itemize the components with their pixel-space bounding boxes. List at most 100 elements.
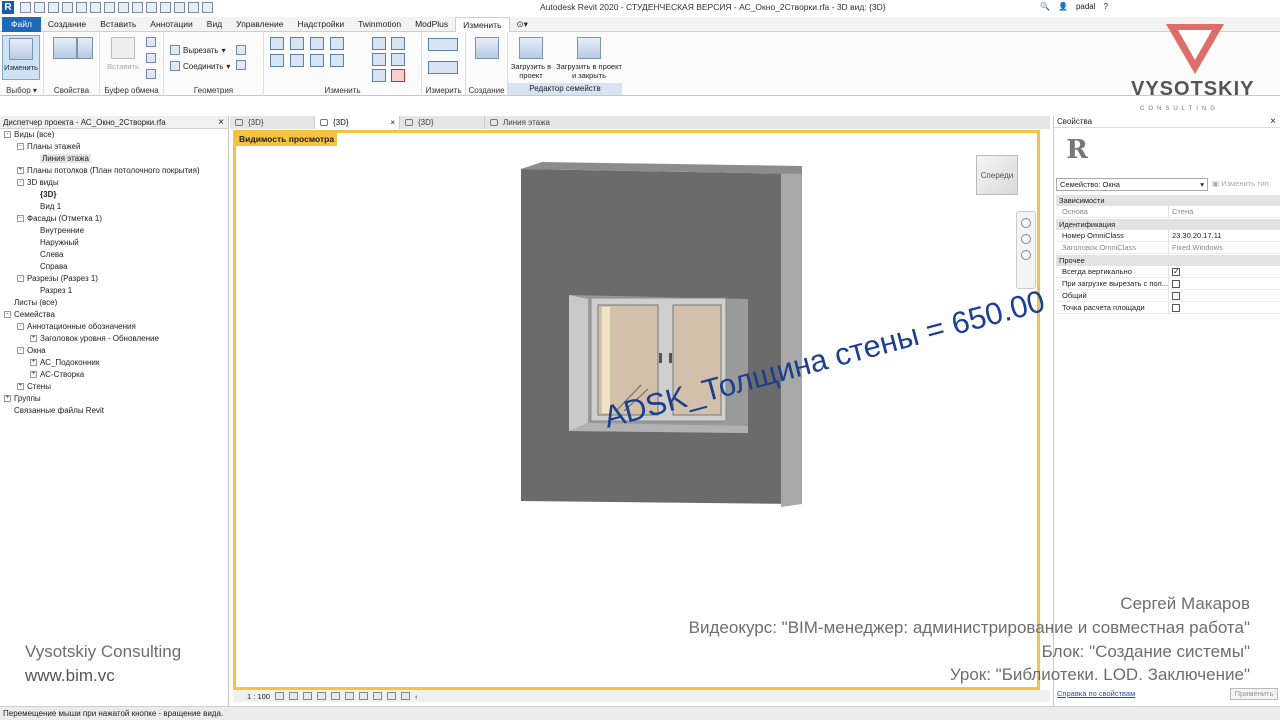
property-value[interactable]: Стена (1169, 206, 1280, 217)
tree-item[interactable]: -3D виды (0, 177, 228, 189)
reveal-hidden-icon[interactable] (400, 692, 410, 700)
property-row[interactable]: Всегда вертикально (1056, 266, 1280, 278)
tree-item[interactable]: Разрез 1 (0, 285, 228, 297)
aligned-dimension-icon[interactable] (428, 61, 458, 74)
tree-item[interactable]: - Семейства (0, 309, 228, 321)
property-checkbox[interactable] (1169, 266, 1280, 277)
expand-icon[interactable]: + (30, 335, 37, 343)
view-tab-3d-1[interactable]: {3D} (230, 116, 315, 129)
group-label-select[interactable]: Выбор ▾ (0, 86, 43, 95)
expand-icon[interactable]: + (30, 371, 37, 379)
checkbox-icon[interactable] (1172, 303, 1180, 312)
text-icon[interactable] (132, 2, 143, 13)
tab-modify[interactable]: Изменить (455, 16, 510, 32)
modify-button[interactable]: Изменить (2, 35, 40, 80)
tree-item[interactable]: - Фасады (Отметка 1) (0, 213, 228, 225)
tree-item[interactable]: Вид 1 (0, 201, 228, 213)
collapse-icon[interactable]: - (17, 275, 24, 283)
property-section[interactable]: Зависимости (1056, 195, 1280, 206)
save-icon[interactable] (34, 2, 45, 13)
family-type-selector[interactable]: Семейство: Окна ▾ (1056, 178, 1208, 191)
view-tab-3d-2[interactable]: {3D} × (315, 116, 400, 129)
mirror-draw-icon[interactable] (330, 37, 344, 50)
paste-button[interactable]: Вставить (104, 35, 142, 80)
close-hidden-icon[interactable] (188, 2, 199, 13)
measure-distance-icon[interactable] (428, 38, 458, 51)
tab-twinmotion[interactable]: Twinmotion (351, 17, 408, 32)
tree-item[interactable]: Связанные файлы Revit (0, 405, 228, 417)
tree-item[interactable]: Внутренние (0, 225, 228, 237)
tree-item[interactable]: Линия этажа (0, 153, 228, 165)
move-icon[interactable] (270, 54, 284, 67)
tab-create[interactable]: Создание (41, 17, 93, 32)
property-row[interactable]: Основа Стена (1056, 206, 1280, 218)
collapse-icon[interactable]: - (4, 131, 11, 139)
expand-icon[interactable]: + (17, 167, 24, 175)
3d-viewport[interactable]: Видимость просмотра ADSK_Толщина стены =… (233, 130, 1048, 690)
collapse-icon[interactable]: - (17, 179, 24, 187)
tree-item[interactable]: - Разрезы (Разрез 1) (0, 273, 228, 285)
expand-icon[interactable]: + (17, 383, 24, 391)
view-cube[interactable]: Спереди (976, 155, 1018, 195)
tab-options-icon[interactable]: ⊙▾ (510, 17, 535, 32)
tree-item[interactable]: + Стены (0, 381, 228, 393)
tree-item[interactable]: - Окна (0, 345, 228, 357)
zoom-dropdown-icon[interactable] (1021, 250, 1031, 260)
tab-file[interactable]: Файл (2, 16, 41, 32)
collapse-icon[interactable]: - (4, 311, 11, 319)
collapse-icon[interactable]: - (17, 323, 24, 331)
checkbox-checked-icon[interactable] (1172, 266, 1180, 277)
collapse-icon[interactable]: - (17, 347, 24, 355)
property-section[interactable]: Идентификация (1056, 219, 1280, 230)
tree-item[interactable]: Листы (все) (0, 297, 228, 309)
scale-icon[interactable] (391, 53, 405, 66)
trim-icon[interactable] (330, 54, 344, 67)
tree-item[interactable]: + АС_Подоконник (0, 357, 228, 369)
copy-element-icon[interactable] (290, 54, 304, 67)
measure-icon[interactable] (104, 2, 115, 13)
show-crop-icon[interactable] (358, 692, 368, 700)
redo-icon[interactable] (76, 2, 87, 13)
scroll-left-icon[interactable]: ‹ (415, 692, 418, 701)
user-icon[interactable]: 👤 (1058, 2, 1068, 11)
close-icon[interactable]: × (1270, 116, 1276, 128)
crop-view-icon[interactable] (344, 692, 354, 700)
collapse-icon[interactable]: - (17, 215, 24, 223)
properties-help-link[interactable]: Справка по свойствам (1057, 689, 1135, 698)
apply-button[interactable]: Применить (1230, 688, 1278, 700)
tree-item[interactable]: - Планы этажей (0, 141, 228, 153)
tree-item[interactable]: + Заголовок уровня - Обновление (0, 333, 228, 345)
wall-join-icon[interactable] (236, 45, 246, 55)
tree-item[interactable]: Наружный (0, 237, 228, 249)
property-value[interactable]: Fixed Windows (1169, 242, 1280, 253)
section-icon[interactable] (160, 2, 171, 13)
lock-3d-icon[interactable] (372, 692, 382, 700)
print-icon[interactable] (90, 2, 101, 13)
tab-modplus[interactable]: ModPlus (408, 17, 455, 32)
3d-view-icon[interactable] (146, 2, 157, 13)
render-icon[interactable] (330, 692, 340, 700)
revit-logo-icon[interactable]: R (2, 1, 14, 14)
cut-button[interactable]: Вырезать ▾ (170, 45, 226, 55)
align-icon[interactable] (270, 37, 284, 50)
sun-path-icon[interactable] (302, 692, 312, 700)
tree-item[interactable]: - Виды (все) (0, 129, 228, 141)
expand-icon[interactable]: + (30, 359, 37, 367)
property-row[interactable]: Заголовок OmniClass Fixed Windows (1056, 242, 1280, 254)
expand-icon[interactable]: + (4, 395, 11, 403)
detail-level-icon[interactable] (274, 692, 284, 700)
split-gap-icon[interactable] (391, 37, 405, 50)
tree-item[interactable]: - Аннотационные обозначения (0, 321, 228, 333)
tree-item[interactable]: + АС-Створка (0, 369, 228, 381)
family-category-button[interactable] (74, 35, 96, 80)
tab-insert[interactable]: Вставить (93, 17, 143, 32)
property-checkbox[interactable] (1169, 290, 1280, 301)
undo-icon[interactable] (62, 2, 73, 13)
property-row[interactable]: Общий (1056, 290, 1280, 302)
thin-lines-icon[interactable] (174, 2, 185, 13)
array-icon[interactable] (372, 53, 386, 66)
copy-icon[interactable] (146, 53, 156, 63)
tree-item[interactable]: {3D} (0, 189, 228, 201)
zoom-icon[interactable] (1021, 234, 1031, 244)
tab-view[interactable]: Вид (200, 17, 229, 32)
